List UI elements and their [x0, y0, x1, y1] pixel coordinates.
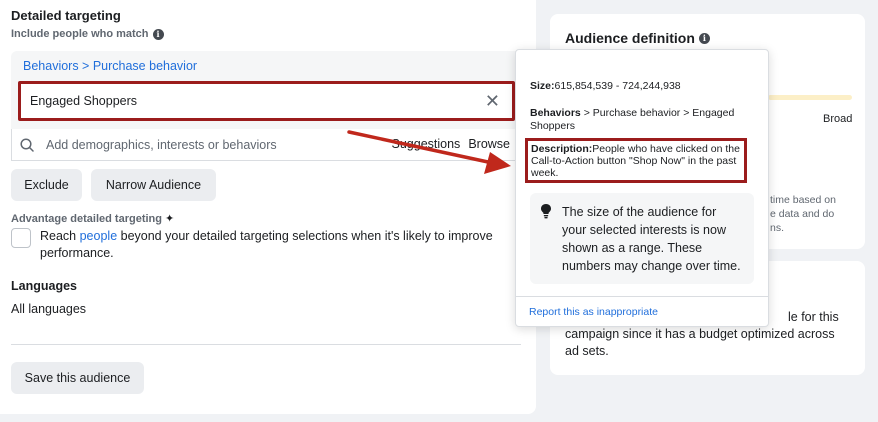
- advantage-label: Advantage detailed targeting ✦: [11, 212, 174, 225]
- reach-description: Reach people beyond your detailed target…: [40, 228, 510, 262]
- report-link[interactable]: Report this as inappropriate: [529, 306, 658, 318]
- tip-text: The size of the audience for your select…: [562, 205, 741, 273]
- lightbulb-icon: [541, 204, 551, 219]
- behavior-path: Behaviors > Purchase behavior > Engaged …: [530, 107, 755, 133]
- exclude-button[interactable]: Exclude: [11, 169, 82, 201]
- budget-text-line2: campaign since it has a budget optimized…: [565, 327, 835, 341]
- section-title: Detailed targeting: [11, 8, 121, 23]
- audience-title: Audience definition i: [565, 30, 710, 46]
- size-value: 615,854,539 - 724,244,938: [554, 80, 681, 92]
- audience-meter: [768, 95, 852, 100]
- include-label-text: Include people who match: [11, 28, 149, 40]
- selected-item-label: Engaged Shoppers: [30, 94, 138, 108]
- sparkle-icon: ✦: [164, 213, 175, 225]
- close-icon[interactable]: ✕: [485, 92, 500, 110]
- divider: [11, 344, 521, 345]
- narrow-audience-button[interactable]: Narrow Audience: [91, 169, 216, 201]
- selected-targeting-item[interactable]: Engaged Shoppers ✕: [18, 81, 515, 121]
- search-input[interactable]: [44, 136, 374, 153]
- browse-link[interactable]: Browse: [468, 137, 510, 151]
- broad-label: Broad: [823, 113, 853, 125]
- search-row: Suggestions Browse: [11, 129, 521, 161]
- behaviors-label: Behaviors: [530, 107, 581, 119]
- suggestions-link[interactable]: Suggestions: [392, 137, 461, 151]
- breadcrumb[interactable]: Behaviors > Purchase behavior: [23, 59, 197, 73]
- description-highlight: Description:People who have clicked on t…: [525, 138, 747, 183]
- advantage-checkbox[interactable]: [11, 228, 31, 248]
- reach-prefix: Reach: [40, 229, 80, 243]
- people-link[interactable]: people: [80, 229, 118, 243]
- search-icon: [20, 137, 34, 152]
- estimate-text-line1: time based on: [770, 194, 836, 206]
- info-icon[interactable]: i: [698, 32, 710, 44]
- targeting-detail-popover: Size:615,854,539 - 724,244,938 Behaviors…: [515, 49, 769, 327]
- size-range-tip: The size of the audience for your select…: [530, 193, 754, 284]
- popover-footer: Report this as inappropriate: [516, 296, 768, 326]
- targeting-box: Behaviors > Purchase behavior Engaged Sh…: [11, 51, 521, 129]
- description-label: Description:: [531, 143, 593, 155]
- size-label: Size:: [530, 80, 555, 92]
- advantage-label-text: Advantage detailed targeting: [11, 213, 162, 225]
- info-icon[interactable]: i: [152, 28, 164, 40]
- estimate-text-line2: e data and do: [770, 208, 835, 220]
- audience-size: Size:615,854,539 - 724,244,938: [530, 80, 755, 93]
- include-label: Include people who match i: [11, 28, 164, 40]
- budget-text-line3: ad sets.: [565, 344, 609, 358]
- audience-title-text: Audience definition: [565, 30, 695, 46]
- save-audience-button[interactable]: Save this audience: [11, 362, 144, 394]
- estimate-text-line3: ns.: [770, 222, 785, 234]
- languages-title: Languages: [11, 279, 77, 293]
- budget-text-line1: le for this: [788, 310, 839, 324]
- languages-value[interactable]: All languages: [11, 302, 86, 316]
